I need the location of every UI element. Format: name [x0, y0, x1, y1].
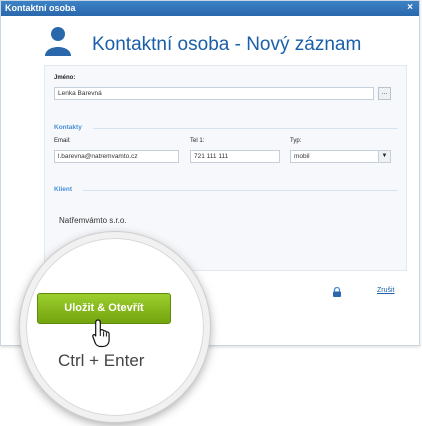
type-select-value: mobil — [294, 153, 310, 160]
window-title: Kontaktní osoba — [5, 3, 76, 13]
name-label: Jméno: — [54, 75, 76, 81]
type-label: Typ: — [290, 138, 302, 144]
hand-cursor-icon — [92, 319, 110, 348]
browse-button[interactable]: ... — [378, 87, 391, 100]
section-divider — [93, 128, 398, 129]
user-icon — [45, 27, 71, 56]
name-input[interactable]: Lenka Barevná — [54, 87, 374, 100]
client-section-title: Klient — [54, 186, 73, 193]
chevron-down-icon[interactable]: ▼ — [378, 151, 390, 162]
keyboard-shortcut-hint: Ctrl + Enter — [58, 351, 145, 370]
email-label: Email: — [54, 138, 71, 144]
title-bar: Kontaktní osoba × — [1, 1, 419, 16]
lock-icon — [333, 287, 341, 297]
phone-label: Tel 1: — [190, 138, 205, 144]
client-name[interactable]: Natřemvámto s.r.o. — [59, 216, 127, 225]
close-icon[interactable]: × — [407, 2, 413, 13]
cancel-link[interactable]: Zrušit — [377, 287, 395, 294]
magnifier-callout — [20, 232, 210, 422]
type-select[interactable]: mobil ▼ — [290, 150, 391, 163]
page-title: Kontaktní osoba - Nový záznam — [92, 34, 362, 55]
section-divider — [83, 190, 398, 191]
phone-input[interactable]: 721 111 111 — [190, 150, 280, 163]
email-input[interactable]: l.barevna@natremvamto.cz — [54, 150, 179, 163]
contacts-section-title: Kontakty — [54, 124, 82, 131]
